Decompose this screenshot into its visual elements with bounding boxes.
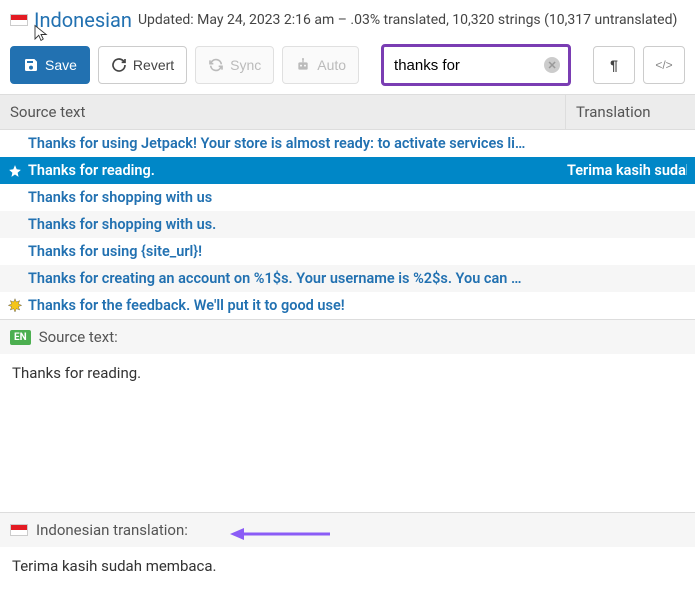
row-source-text: Thanks for the feedback. We'll put it to… (28, 297, 557, 314)
robot-icon (295, 57, 311, 73)
translation-body[interactable]: Terima kasih sudah membaca. (0, 547, 695, 585)
clear-search-icon[interactable]: ✕ (544, 57, 560, 73)
row-source-text: Thanks for using Jetpack! Your store is … (28, 135, 557, 152)
toolbar: Save Revert Sync Auto ✕ ¶ </> (0, 36, 695, 94)
pilcrow-icon: ¶ (610, 57, 618, 73)
save-label: Save (45, 57, 77, 73)
table-row[interactable]: Thanks for shopping with us. (0, 211, 695, 238)
code-view-button[interactable]: </> (643, 46, 685, 84)
revert-label: Revert (133, 57, 174, 73)
code-icon: </> (655, 58, 672, 72)
save-icon (23, 57, 39, 73)
col-translation-header[interactable]: Translation (565, 95, 695, 129)
row-source-text: Thanks for shopping with us (28, 189, 557, 206)
table-row[interactable]: Thanks for shopping with us (0, 184, 695, 211)
translation-panel-label: Indonesian translation: (36, 521, 188, 539)
auto-button: Auto (282, 46, 359, 84)
revert-icon (111, 57, 127, 73)
row-source-text: Thanks for reading. (28, 162, 557, 179)
auto-label: Auto (317, 57, 346, 73)
en-badge-icon: EN (10, 330, 31, 345)
update-meta: Updated: May 24, 2023 2:16 am – .03% tra… (138, 12, 677, 28)
source-panel-header: EN Source text: (0, 320, 695, 354)
language-title[interactable]: Indonesian (34, 8, 132, 32)
spark-icon (6, 297, 24, 315)
col-source-header[interactable]: Source text (0, 95, 565, 129)
table-row[interactable]: Thanks for using {site_url}! (0, 238, 695, 265)
translation-panel-header: Indonesian translation: (0, 513, 695, 547)
translation-panel: Indonesian translation: Terima kasih sud… (0, 512, 695, 585)
search-wrap: ✕ (381, 44, 571, 86)
table-row[interactable]: Thanks for the feedback. We'll put it to… (0, 292, 695, 319)
row-translation-text: Terima kasih sudah m (557, 162, 687, 179)
table-row[interactable]: Thanks for creating an account on %1$s. … (0, 265, 695, 292)
source-text-body: Thanks for reading. (0, 354, 695, 512)
flag-id-icon (10, 524, 28, 536)
source-panel-label: Source text: (39, 328, 118, 346)
search-input[interactable] (384, 51, 568, 80)
pilcrow-button[interactable]: ¶ (593, 46, 635, 84)
sync-label: Sync (230, 57, 261, 73)
row-source-text: Thanks for shopping with us. (28, 216, 557, 233)
sync-icon (208, 57, 224, 73)
table-row[interactable]: Thanks for using Jetpack! Your store is … (0, 130, 695, 157)
revert-button[interactable]: Revert (98, 46, 187, 84)
save-button[interactable]: Save (10, 46, 90, 84)
table-row[interactable]: Thanks for reading.Terima kasih sudah m (0, 157, 695, 184)
star-icon (6, 162, 24, 180)
row-source-text: Thanks for creating an account on %1$s. … (28, 270, 557, 287)
string-rows: Thanks for using Jetpack! Your store is … (0, 130, 695, 319)
sync-button: Sync (195, 46, 274, 84)
column-headers: Source text Translation (0, 94, 695, 130)
flag-id-icon (10, 14, 28, 26)
row-source-text: Thanks for using {site_url}! (28, 243, 557, 260)
source-panel: EN Source text: Thanks for reading. (0, 319, 695, 512)
header: Indonesian Updated: May 24, 2023 2:16 am… (0, 0, 695, 36)
